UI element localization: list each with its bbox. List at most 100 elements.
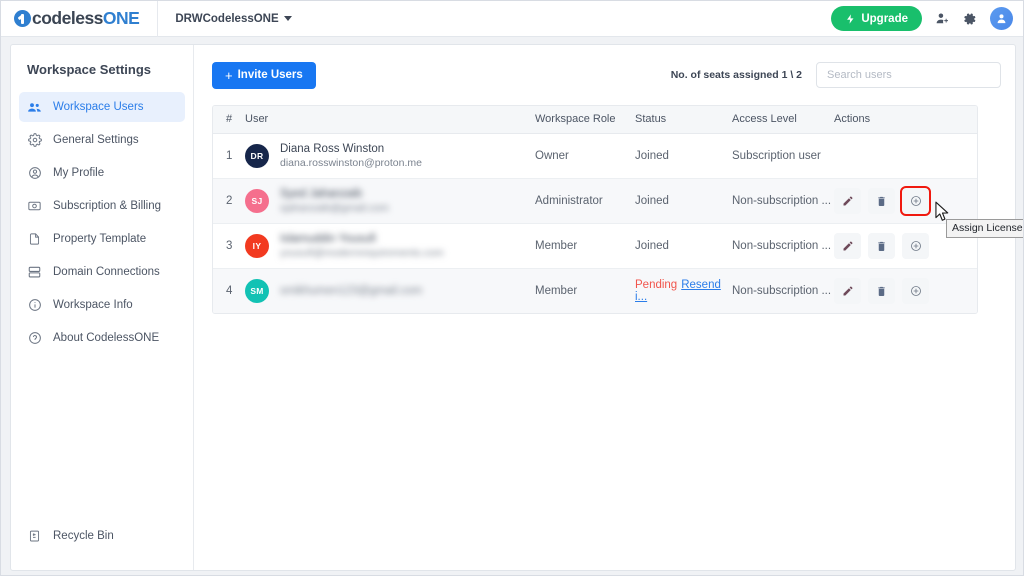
sidebar-item-label: My Profile	[53, 167, 105, 179]
bolt-icon	[847, 13, 854, 24]
sidebar-item-my-profile[interactable]: My Profile	[19, 158, 185, 188]
sidebar-item-about-codelessone[interactable]: About CodelessONE	[19, 323, 185, 353]
column-header-access: Access Level	[732, 106, 834, 134]
sidebar-item-property-template[interactable]: Property Template	[19, 224, 185, 254]
edit-pencil-icon	[843, 241, 852, 250]
cell-role: Owner	[535, 133, 635, 179]
delete-user-button[interactable]	[868, 187, 895, 214]
workspace-switcher[interactable]: DRWCodelessONE	[175, 13, 292, 25]
add-user-button[interactable]	[935, 11, 950, 26]
table-row: 1 DR Diana Ross Winston diana.rosswinsto…	[213, 133, 977, 179]
table-row: 4 SM smikhumen123@gmail.com Member Pendi…	[213, 268, 977, 313]
cell-role: Administrator	[535, 178, 635, 224]
users-icon	[27, 100, 42, 115]
users-table-body: 1 DR Diana Ross Winston diana.rosswinsto…	[213, 133, 977, 313]
edit-user-button[interactable]	[834, 277, 861, 304]
table-header-row: # User Workspace Role Status Access Leve…	[213, 106, 977, 134]
sidebar-item-label: Subscription & Billing	[53, 200, 162, 212]
assign-license-button[interactable]	[902, 232, 929, 259]
delete-user-button[interactable]	[868, 232, 895, 259]
top-navigation-bar: codelessONE DRWCodelessONE Upgrade	[1, 1, 1023, 37]
recycle-bin-icon	[27, 529, 42, 544]
user-email: sjahanzaib@gmail.com	[280, 201, 389, 214]
account-avatar-button[interactable]	[990, 7, 1013, 30]
upgrade-button[interactable]: Upgrade	[831, 6, 922, 31]
edit-user-button[interactable]	[834, 187, 861, 214]
edit-pencil-icon	[843, 196, 852, 205]
plus-icon: +	[225, 67, 233, 83]
column-header-status: Status	[635, 106, 732, 134]
cell-index: 3	[213, 223, 245, 269]
toolbar-right-group: No. of seats assigned 1 \ 2	[671, 62, 1001, 88]
topbar-actions: Upgrade	[831, 6, 1023, 31]
assign-license-icon	[910, 195, 921, 206]
cell-status: Joined	[635, 178, 732, 224]
settings-button[interactable]	[963, 12, 977, 26]
user-name: Syed Jahanzaib	[280, 187, 362, 200]
upgrade-button-label: Upgrade	[861, 12, 908, 25]
sidebar-item-general-settings[interactable]: General Settings	[19, 125, 185, 155]
topbar-divider	[157, 1, 159, 37]
table-row: 3 IY Islamuddin Yousufi yousufi@modernre…	[213, 223, 977, 269]
cell-user: IY Islamuddin Yousufi yousufi@modernrequ…	[245, 223, 535, 269]
chevron-down-icon	[283, 16, 292, 21]
status-badge: Pending	[635, 278, 678, 291]
info-icon	[27, 298, 42, 313]
avatar: SM	[245, 278, 269, 303]
users-table-head: # User Workspace Role Status Access Leve…	[213, 106, 977, 134]
edit-user-button[interactable]	[834, 232, 861, 259]
cell-status: Joined	[635, 133, 732, 179]
cell-index: 1	[213, 133, 245, 179]
sidebar-item-workspace-info[interactable]: Workspace Info	[19, 290, 185, 320]
column-header-user: User	[245, 106, 535, 134]
user-name: Islamuddin Yousufi	[280, 232, 376, 245]
cell-access-level: Subscription user	[732, 133, 834, 179]
invite-users-button[interactable]: + Invite Users	[212, 61, 316, 89]
tooltip: Assign License	[946, 219, 1023, 238]
add-user-icon	[936, 13, 948, 24]
sidebar-item-workspace-users[interactable]: Workspace Users	[19, 92, 185, 122]
codelessone-logo-icon	[14, 10, 31, 27]
cell-status: Joined	[635, 223, 732, 269]
cell-index: 4	[213, 268, 245, 313]
cell-actions	[834, 133, 977, 179]
cell-status: Pending Resend i...	[635, 268, 732, 313]
app-logo[interactable]: codelessONE	[1, 1, 140, 36]
cell-role: Member	[535, 268, 635, 313]
avatar: IY	[245, 233, 269, 258]
column-header-index: #	[213, 106, 245, 134]
cell-access-level: Non-subscription ...	[732, 223, 834, 269]
avatar: SJ	[245, 188, 269, 213]
assign-license-button[interactable]	[900, 185, 931, 216]
billing-icon	[27, 199, 42, 214]
avatar: DR	[245, 143, 269, 168]
sidebar-item-label: General Settings	[53, 134, 139, 146]
sidebar-item-domain-connections[interactable]: Domain Connections	[19, 257, 185, 287]
sidebar-item-recycle-bin-wrap: Recycle Bin	[11, 521, 194, 554]
user-email: smikhumen123@gmail.com	[280, 284, 423, 297]
cell-user: DR Diana Ross Winston diana.rosswinston@…	[245, 133, 535, 179]
search-input[interactable]	[816, 62, 1001, 88]
logo-text-primary: codeless	[32, 7, 103, 28]
sidebar-item-label: Workspace Info	[53, 299, 133, 311]
assign-license-icon	[910, 285, 921, 296]
settings-sidebar: Workspace Settings Workspace Users Gener…	[11, 45, 194, 570]
edit-pencil-icon	[843, 286, 852, 296]
delete-user-button[interactable]	[868, 277, 895, 304]
server-icon	[27, 265, 42, 280]
delete-trash-icon	[878, 196, 885, 206]
user-circle-icon	[27, 166, 42, 181]
logo-wordmark: codelessONE	[32, 7, 140, 28]
user-name: Diana Ross Winston	[280, 142, 385, 155]
cell-user: SM smikhumen123@gmail.com	[245, 268, 535, 313]
main-content: + Invite Users No. of seats assigned 1 \…	[194, 45, 1015, 570]
sidebar-item-recycle-bin[interactable]: Recycle Bin	[19, 521, 186, 551]
table-row: 2 SJ Syed Jahanzaib sjahanzaib@gmail.com	[213, 178, 977, 224]
assign-license-button[interactable]	[902, 277, 929, 304]
users-toolbar: + Invite Users No. of seats assigned 1 \…	[212, 61, 1001, 89]
app-window: codelessONE DRWCodelessONE Upgrade Works…	[0, 0, 1024, 576]
cell-access-level: Non-subscription ...	[732, 268, 834, 313]
sidebar-item-label: About CodelessONE	[53, 332, 160, 344]
delete-trash-icon	[878, 241, 885, 251]
sidebar-item-subscription-billing[interactable]: Subscription & Billing	[19, 191, 185, 221]
